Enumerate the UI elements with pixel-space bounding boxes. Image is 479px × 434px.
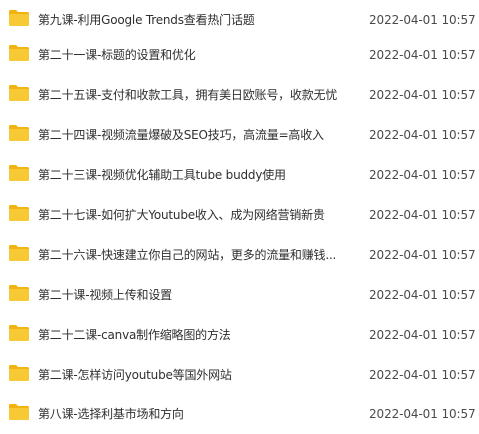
file-row[interactable]: 第八课-选择利基市场和方向 2022-04-01 10:57 <box>0 394 479 434</box>
folder-icon <box>8 324 30 342</box>
file-date: 2022-04-01 10:57 <box>369 407 476 421</box>
folder-icon <box>8 403 30 421</box>
file-date: 2022-04-01 10:57 <box>369 168 476 182</box>
folder-icon <box>8 9 30 27</box>
folder-icon <box>8 84 30 102</box>
file-name[interactable]: 第二十课-视频上传和设置 <box>38 275 356 315</box>
file-name[interactable]: 第二十六课-快速建立你自己的网站，更多的流量和赚钱... <box>38 235 356 275</box>
file-row[interactable]: 第二十七课-如何扩大Youtube收入、成为网络营销新贵 2022-04-01 … <box>0 195 479 235</box>
file-row[interactable]: 第二十二课-canva制作缩略图的方法 2022-04-01 10:57 <box>0 315 479 355</box>
folder-icon <box>8 364 30 382</box>
file-date: 2022-04-01 10:57 <box>369 288 476 302</box>
file-date: 2022-04-01 10:57 <box>369 48 476 62</box>
folder-icon <box>8 204 30 222</box>
folder-icon <box>8 124 30 142</box>
file-row[interactable]: 第二十一课-标题的设置和优化 2022-04-01 10:57 <box>0 35 479 75</box>
file-list: 第九课-利用Google Trends查看热门话题 2022-04-01 10:… <box>0 0 479 424</box>
file-name[interactable]: 第二十一课-标题的设置和优化 <box>38 35 356 75</box>
file-name[interactable]: 第八课-选择利基市场和方向 <box>38 394 356 434</box>
file-name[interactable]: 第二十三课-视频优化辅助工具tube buddy使用 <box>38 155 356 195</box>
file-row[interactable]: 第二十四课-视频流量爆破及SEO技巧，高流量=高收入 2022-04-01 10… <box>0 115 479 155</box>
folder-icon <box>8 164 30 182</box>
folder-icon <box>8 284 30 302</box>
file-name[interactable]: 第二十七课-如何扩大Youtube收入、成为网络营销新贵 <box>38 195 356 235</box>
file-row[interactable]: 第二课-怎样访问youtube等国外网站 2022-04-01 10:57 <box>0 355 479 395</box>
file-row[interactable]: 第二十三课-视频优化辅助工具tube buddy使用 2022-04-01 10… <box>0 155 479 195</box>
file-row[interactable]: 第二十五课-支付和收款工具，拥有美日欧账号，收款无忧 2022-04-01 10… <box>0 75 479 115</box>
file-date: 2022-04-01 10:57 <box>369 13 476 27</box>
folder-icon <box>8 244 30 262</box>
file-name[interactable]: 第九课-利用Google Trends查看热门话题 <box>38 0 356 40</box>
file-date: 2022-04-01 10:57 <box>369 128 476 142</box>
file-date: 2022-04-01 10:57 <box>369 368 476 382</box>
file-date: 2022-04-01 10:57 <box>369 208 476 222</box>
file-row[interactable]: 第二十课-视频上传和设置 2022-04-01 10:57 <box>0 275 479 315</box>
folder-icon <box>8 44 30 62</box>
file-name[interactable]: 第二十五课-支付和收款工具，拥有美日欧账号，收款无忧 <box>38 75 356 115</box>
file-date: 2022-04-01 10:57 <box>369 88 476 102</box>
file-row[interactable]: 第二十六课-快速建立你自己的网站，更多的流量和赚钱... 2022-04-01 … <box>0 235 479 275</box>
file-name[interactable]: 第二十四课-视频流量爆破及SEO技巧，高流量=高收入 <box>38 115 356 155</box>
file-date: 2022-04-01 10:57 <box>369 328 476 342</box>
file-row[interactable]: 第九课-利用Google Trends查看热门话题 2022-04-01 10:… <box>0 0 479 40</box>
file-name[interactable]: 第二十二课-canva制作缩略图的方法 <box>38 315 356 355</box>
file-date: 2022-04-01 10:57 <box>369 248 476 262</box>
file-name[interactable]: 第二课-怎样访问youtube等国外网站 <box>38 355 356 395</box>
